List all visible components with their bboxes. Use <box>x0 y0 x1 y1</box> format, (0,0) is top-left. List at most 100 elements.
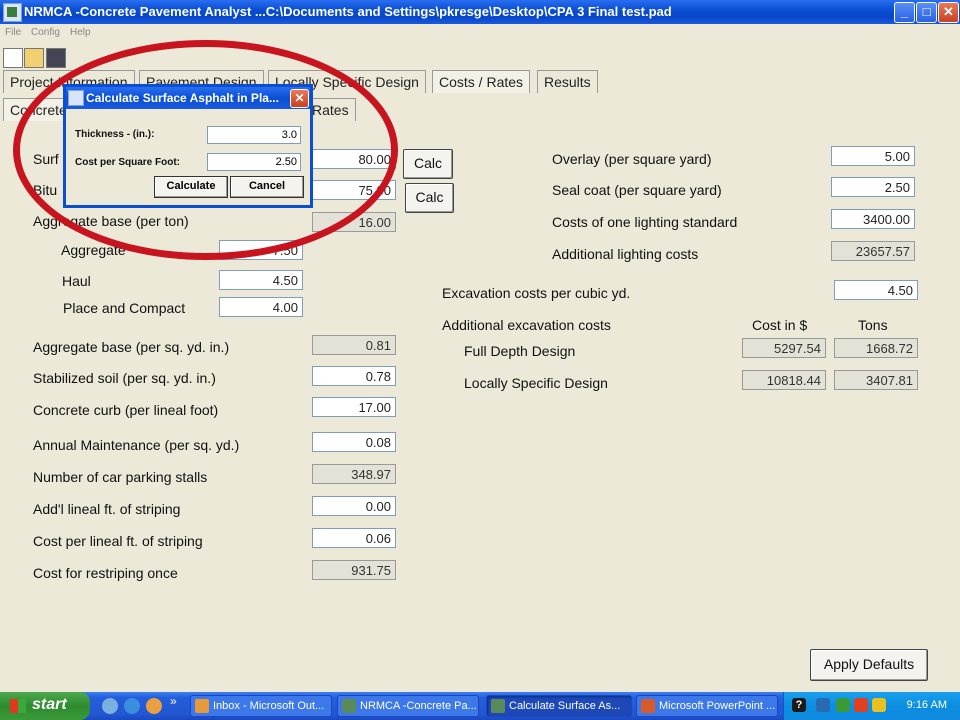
menu-file[interactable]: File <box>5 27 21 38</box>
cost-column-header: Cost in $ <box>752 317 808 333</box>
parking-stalls-label: Number of car parking stalls <box>33 469 208 485</box>
stabilized-soil-label: Stabilized soil (per sq. yd. in.) <box>33 370 216 386</box>
dialog-app-icon <box>68 90 84 106</box>
cost-striping-field[interactable]: 0.06 <box>312 528 396 548</box>
bituminous-field[interactable]: 75.00 <box>312 180 396 200</box>
surface-asphalt-field[interactable]: 80.00 <box>312 149 396 169</box>
thickness-label: Thickness - (in.): <box>75 129 155 140</box>
task-powerpoint[interactable]: Microsoft PowerPoint ... <box>636 695 778 717</box>
calc-bituminous-button[interactable]: Calc <box>405 183 454 213</box>
seal-coat-field[interactable]: 2.50 <box>831 177 915 197</box>
locally-specific-cost-value: 10818.44 <box>742 370 826 390</box>
full-depth-tons-value: 1668.72 <box>834 338 918 358</box>
aggregate-field[interactable]: 7.50 <box>219 240 303 260</box>
thickness-field[interactable]: 3.0 <box>207 126 301 144</box>
quicklaunch-ie-icon[interactable] <box>124 698 140 714</box>
restriping-label: Cost for restriping once <box>33 565 178 581</box>
quicklaunch-outlook-icon[interactable] <box>146 698 162 714</box>
menu-help[interactable]: Help <box>70 27 91 38</box>
parking-stalls-value: 348.97 <box>312 464 396 484</box>
surface-asphalt-label: Surf <box>33 151 59 167</box>
haul-label: Haul <box>62 273 91 289</box>
apply-defaults-button[interactable]: Apply Defaults <box>810 649 928 681</box>
place-compact-field[interactable]: 4.00 <box>219 297 303 317</box>
outlook-icon <box>195 699 209 713</box>
full-depth-label: Full Depth Design <box>464 343 576 359</box>
additional-excavation-label: Additional excavation costs <box>442 317 611 333</box>
excavation-cost-label: Excavation costs per cubic yd. <box>442 285 631 301</box>
additional-lighting-label: Additional lighting costs <box>552 246 699 262</box>
antivirus-tray-icon[interactable] <box>854 698 868 712</box>
open-folder-icon[interactable] <box>24 48 44 68</box>
striping-label: Add'l lineal ft. of striping <box>33 501 181 517</box>
new-file-icon[interactable] <box>3 48 23 68</box>
aggregate-label: Aggregate <box>61 242 126 258</box>
lighting-standard-label: Costs of one lighting standard <box>552 214 738 230</box>
dialog-title-bar[interactable]: Calculate Surface Asphalt in Pla... ✕ <box>66 87 310 109</box>
annual-maintenance-field[interactable]: 0.08 <box>312 432 396 452</box>
close-button[interactable]: ✕ <box>938 2 959 23</box>
windows-flag-icon <box>10 699 26 713</box>
dialog-title: Calculate Surface Asphalt in Pla... <box>86 91 279 105</box>
task-powerpoint-label: Microsoft PowerPoint ... <box>659 700 776 712</box>
maximize-button[interactable]: □ <box>916 2 937 23</box>
start-label: start <box>32 696 67 713</box>
locally-specific-tons-value: 3407.81 <box>834 370 918 390</box>
haul-field[interactable]: 4.50 <box>219 270 303 290</box>
system-tray: ? 9:16 AM <box>783 692 960 720</box>
task-calculate-surface[interactable]: Calculate Surface As... <box>486 695 632 717</box>
title-bar[interactable]: NRMCA -Concrete Pavement Analyst ...C:\D… <box>0 0 960 24</box>
task-nrmca-label: NRMCA -Concrete Pa... <box>360 700 477 712</box>
clock: 9:16 AM <box>906 699 947 711</box>
seal-coat-label: Seal coat (per square yard) <box>552 182 722 198</box>
overlay-field[interactable]: 5.00 <box>831 146 915 166</box>
powerpoint-icon <box>641 699 655 713</box>
additional-lighting-value: 23657.57 <box>831 241 915 261</box>
dialog-close-button[interactable]: ✕ <box>290 89 309 108</box>
lighting-standard-field[interactable]: 3400.00 <box>831 209 915 229</box>
menu-config[interactable]: Config <box>31 27 60 38</box>
security-tray-icon[interactable] <box>836 698 850 712</box>
help-tray-icon[interactable]: ? <box>792 698 806 712</box>
tab-costs-rates[interactable]: Costs / Rates <box>432 70 531 93</box>
window-title: NRMCA -Concrete Pavement Analyst ...C:\D… <box>24 4 672 19</box>
cost-per-square-foot-label: Cost per Square Foot: <box>75 157 181 168</box>
alert-tray-icon[interactable] <box>872 698 886 712</box>
cost-per-square-foot-field[interactable]: 2.50 <box>207 153 301 171</box>
save-disk-icon[interactable] <box>46 48 66 68</box>
calc-surface-button[interactable]: Calc <box>403 149 453 179</box>
network-tray-icon[interactable] <box>816 698 830 712</box>
taskbar: start » Inbox - Microsoft Out... NRMCA -… <box>0 692 960 720</box>
calculate-surface-icon <box>491 699 505 713</box>
aggregate-base-sqyd-value: 0.81 <box>312 335 396 355</box>
cancel-button[interactable]: Cancel <box>230 176 304 198</box>
minimize-button[interactable]: _ <box>894 2 915 23</box>
task-nrmca[interactable]: NRMCA -Concrete Pa... <box>337 695 479 717</box>
tons-column-header: Tons <box>858 317 888 333</box>
cost-striping-label: Cost per lineal ft. of striping <box>33 533 203 549</box>
aggregate-base-ton-value: 16.00 <box>312 212 396 232</box>
aggregate-base-sqyd-label: Aggregate base (per sq. yd. in.) <box>33 339 230 355</box>
quicklaunch-desktop-icon[interactable] <box>102 698 118 714</box>
tab-results[interactable]: Results <box>537 70 598 93</box>
start-button[interactable]: start <box>0 692 90 720</box>
calculate-button[interactable]: Calculate <box>154 176 228 198</box>
calculate-surface-asphalt-dialog: Calculate Surface Asphalt in Pla... ✕ Th… <box>63 84 313 208</box>
app-icon[interactable] <box>3 3 22 22</box>
locally-specific-label: Locally Specific Design <box>464 375 608 391</box>
task-outlook-label: Inbox - Microsoft Out... <box>213 700 325 712</box>
quicklaunch-overflow-icon[interactable]: » <box>170 694 177 708</box>
striping-field[interactable]: 0.00 <box>312 496 396 516</box>
place-compact-label: Place and Compact <box>63 300 186 316</box>
bituminous-label: Bitu <box>33 182 58 198</box>
task-outlook[interactable]: Inbox - Microsoft Out... <box>190 695 332 717</box>
task-calculate-surface-label: Calculate Surface As... <box>509 700 621 712</box>
nrmca-icon <box>342 699 356 713</box>
annual-maintenance-label: Annual Maintenance (per sq. yd.) <box>33 437 240 453</box>
menu-bar: File Config Help <box>0 24 960 42</box>
aggregate-base-ton-label: Aggregate base (per ton) <box>33 213 189 229</box>
concrete-curb-field[interactable]: 17.00 <box>312 397 396 417</box>
excavation-cost-field[interactable]: 4.50 <box>834 280 918 300</box>
stabilized-soil-field[interactable]: 0.78 <box>312 366 396 386</box>
overlay-label: Overlay (per square yard) <box>552 151 712 167</box>
